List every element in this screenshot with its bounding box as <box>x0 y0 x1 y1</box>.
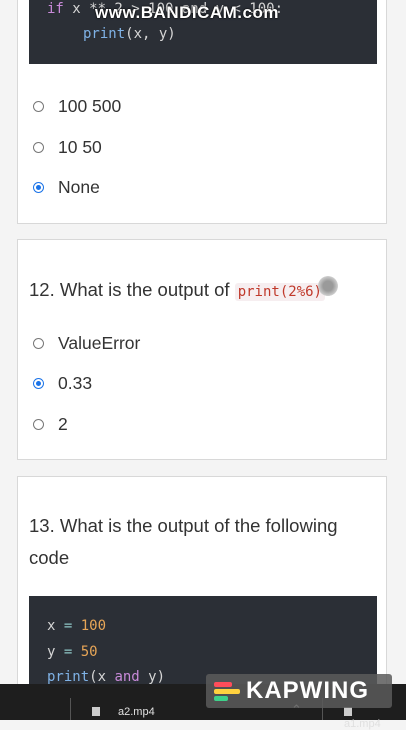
option-radio[interactable]: None <box>33 177 100 198</box>
radio-button[interactable] <box>33 142 44 153</box>
option-radio[interactable]: 100 500 <box>33 96 121 117</box>
option-label: 2 <box>58 414 68 434</box>
kapwing-watermark: KAPWING <box>206 674 392 708</box>
option-radio[interactable]: 2 <box>33 414 68 435</box>
taskbar-item[interactable]: a2.mp4 <box>92 706 155 718</box>
code-line: print(x, y) <box>83 26 176 42</box>
option-radio[interactable]: 0.33 <box>33 373 92 394</box>
radio-button[interactable] <box>33 101 44 112</box>
option-label: 100 500 <box>58 96 122 116</box>
inline-code: print(2%6) <box>234 283 325 301</box>
video-file-icon <box>92 707 100 716</box>
radio-button-selected[interactable] <box>33 182 44 193</box>
option-radio[interactable]: 10 50 <box>33 137 102 158</box>
radio-button[interactable] <box>33 338 44 349</box>
taskbar-item[interactable]: a1.mp4 <box>344 706 406 730</box>
option-radio[interactable]: ValueError <box>33 333 140 354</box>
taskbar-divider <box>70 698 71 720</box>
bandicam-watermark: www.BANDICAM.com <box>95 3 279 22</box>
option-label: None <box>58 177 100 197</box>
option-label: 0.33 <box>58 373 93 393</box>
question-text: 12. What is the output of print(2%6) <box>29 274 325 308</box>
mouse-cursor-icon <box>318 276 338 296</box>
code-line: x = 100 <box>47 618 107 634</box>
video-file-icon <box>344 707 352 716</box>
kapwing-brand-text: KAPWING <box>246 677 369 704</box>
code-line: y = 50 <box>47 644 98 660</box>
question-text: 13. What is the output of the following … <box>29 515 338 568</box>
code-line: print(x and y) <box>47 669 166 685</box>
radio-button-selected[interactable] <box>33 378 44 389</box>
kapwing-logo-icon <box>214 681 240 701</box>
option-label: ValueError <box>58 333 141 353</box>
radio-button[interactable] <box>33 419 44 430</box>
option-label: 10 50 <box>58 137 102 157</box>
